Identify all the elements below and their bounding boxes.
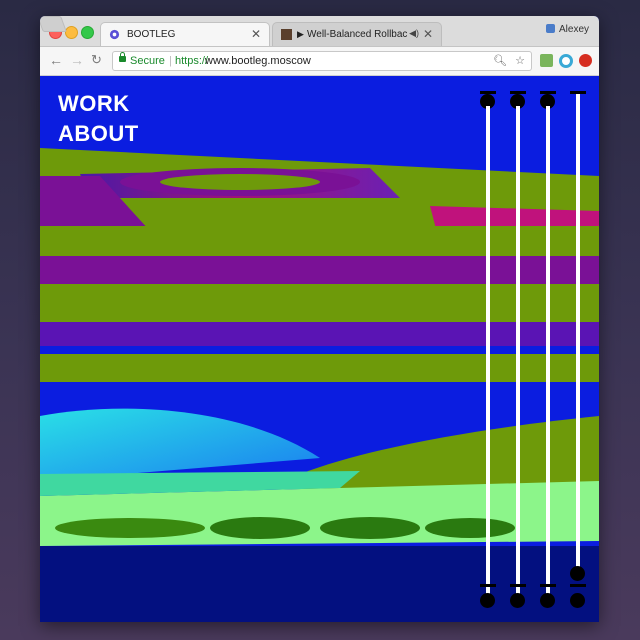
slider-handle-bottom[interactable]	[510, 593, 525, 608]
slider-cap	[480, 584, 496, 587]
lock-icon	[119, 52, 126, 62]
new-tab-button[interactable]	[40, 16, 67, 32]
tab-bootleg[interactable]: BOOTLEG ✕	[100, 22, 270, 46]
slider-cap	[570, 584, 586, 587]
extension-ring-icon[interactable]	[559, 54, 573, 68]
slider-handle-top[interactable]	[570, 566, 585, 581]
close-icon[interactable]: ✕	[423, 27, 433, 41]
slider-handle-bottom[interactable]	[540, 593, 555, 608]
extension-red-icon[interactable]	[579, 54, 592, 67]
browser-toolbar: ← → ↻ Secure | https:// www.bootleg.mosc…	[40, 47, 599, 76]
back-arrow-icon[interactable]: ←	[49, 53, 63, 67]
maximize-window-button[interactable]	[81, 26, 94, 39]
close-icon[interactable]: ✕	[251, 27, 261, 41]
slider-handle-bottom[interactable]	[570, 593, 585, 608]
url-host: www.bootleg.moscow	[205, 55, 311, 67]
nav-link-about[interactable]: ABOUT	[58, 121, 139, 147]
reload-icon[interactable]: ↻	[91, 53, 102, 67]
title-bar: BOOTLEG ✕ ▶ Well-Balanced Rollback ◀) ✕ …	[40, 16, 599, 47]
secure-label: Secure	[130, 55, 165, 67]
site-favicon-icon	[109, 29, 120, 40]
url-scheme: https://	[175, 55, 209, 67]
profile-button[interactable]: Alexey	[545, 24, 589, 35]
star-icon[interactable]: ☆	[515, 54, 525, 67]
slider-track[interactable]	[576, 94, 580, 569]
tab-title: BOOTLEG	[127, 29, 176, 40]
video-thumbnail-icon	[281, 29, 292, 40]
tab-well-balanced-rollback[interactable]: ▶ Well-Balanced Rollback ◀) ✕	[272, 22, 442, 46]
slider-track[interactable]	[516, 106, 520, 596]
nav-link-work[interactable]: WORK	[58, 91, 130, 117]
tab-title: Well-Balanced Rollback	[307, 29, 407, 40]
slider-track[interactable]	[486, 106, 490, 596]
play-icon: ▶	[297, 29, 304, 39]
address-bar[interactable]: Secure | https:// www.bootleg.moscow 🔍︎ …	[112, 51, 532, 71]
profile-icon	[545, 24, 555, 33]
forward-arrow-icon[interactable]: →	[70, 53, 84, 67]
slider-handle-bottom[interactable]	[480, 593, 495, 608]
extension-icon[interactable]	[540, 54, 553, 67]
page-viewport: WORK ABOUT	[40, 76, 599, 622]
slider-track[interactable]	[546, 106, 550, 596]
slider-cap	[540, 584, 556, 587]
browser-window: BOOTLEG ✕ ▶ Well-Balanced Rollback ◀) ✕ …	[40, 16, 599, 622]
minimize-window-button[interactable]	[65, 26, 78, 39]
slider-cap	[510, 584, 526, 587]
profile-name: Alexey	[558, 24, 589, 35]
speaker-icon[interactable]: ◀)	[409, 28, 419, 39]
zoom-icon[interactable]: 🔍︎	[493, 54, 507, 67]
separator: |	[169, 55, 172, 67]
